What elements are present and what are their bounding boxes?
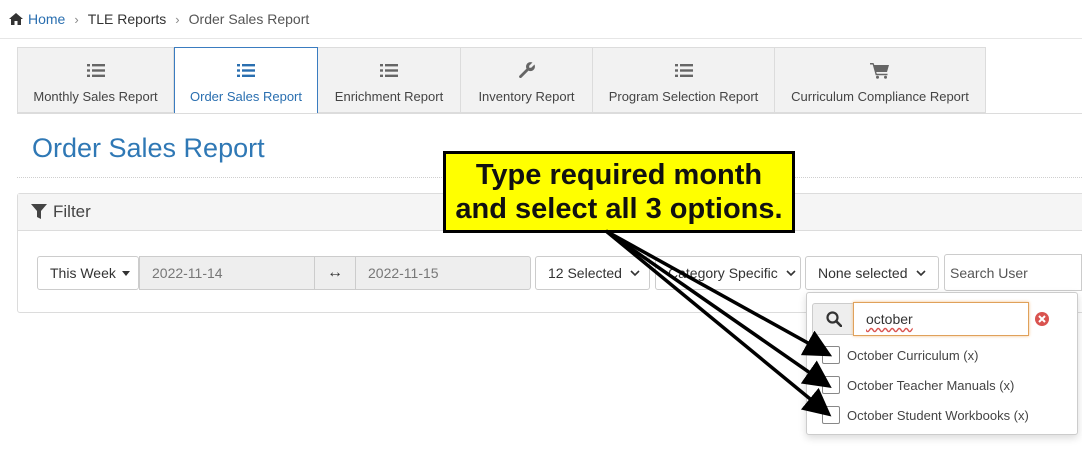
breadcrumb-separator: › xyxy=(175,11,180,27)
home-icon xyxy=(9,13,23,25)
dropdown-option[interactable]: October Teacher Manuals (x) xyxy=(822,374,1014,396)
breadcrumb-home-label: Home xyxy=(28,11,66,27)
clear-search-icon[interactable] xyxy=(1033,310,1051,328)
tab-label: Inventory Report xyxy=(478,89,575,104)
callout-line-1: Type required month xyxy=(475,159,763,191)
user-search-input[interactable]: Search User xyxy=(944,254,1082,291)
date-range-separator: ↔ xyxy=(314,256,356,290)
tab-curriculum-compliance-report[interactable]: Curriculum Compliance Report xyxy=(775,47,986,113)
dropdown-option[interactable]: October Curriculum (x) xyxy=(822,344,978,366)
checkbox[interactable] xyxy=(822,406,840,424)
filter-heading: Filter xyxy=(53,202,91,221)
category-select[interactable]: Category Specific xyxy=(655,256,801,290)
chevron-down-icon xyxy=(915,269,926,276)
tab-enrichment-report[interactable]: Enrichment Report xyxy=(318,47,461,113)
option-label: October Teacher Manuals (x) xyxy=(847,377,1015,393)
date-from-value: 2022-11-14 xyxy=(152,265,223,281)
search-addon xyxy=(812,303,856,335)
list-icon xyxy=(674,60,693,80)
range-select[interactable]: This Week xyxy=(37,256,139,290)
dropdown-search-value: october xyxy=(866,311,913,327)
tab-label: Order Sales Report xyxy=(190,89,302,104)
date-to-value: 2022-11-15 xyxy=(368,265,439,281)
checkbox[interactable] xyxy=(822,376,840,394)
cart-icon xyxy=(870,60,890,80)
breadcrumb: Home › TLE Reports › Order Sales Report xyxy=(0,0,1082,39)
search-icon xyxy=(826,311,842,327)
chevron-down-icon xyxy=(630,269,640,276)
wrench-icon xyxy=(518,60,536,80)
list-icon xyxy=(237,60,255,80)
list-icon xyxy=(380,60,398,80)
breadcrumb-separator: › xyxy=(74,11,79,27)
tab-program-selection-report[interactable]: Program Selection Report xyxy=(593,47,775,113)
tab-label: Monthly Sales Report xyxy=(33,89,158,104)
user-search-placeholder: Search User xyxy=(950,264,1028,281)
tab-inventory-report[interactable]: Inventory Report xyxy=(461,47,593,113)
breadcrumb-current: Order Sales Report xyxy=(188,11,310,27)
tab-label: Program Selection Report xyxy=(608,89,759,104)
checkbox[interactable] xyxy=(822,346,840,364)
caret-down-icon xyxy=(121,270,130,276)
callout-line-2: and select all 3 options. xyxy=(455,193,783,225)
breadcrumb-tle-reports[interactable]: TLE Reports xyxy=(88,11,167,27)
page-title: Order Sales Report xyxy=(32,133,265,163)
multi-select-1[interactable]: 12 Selected xyxy=(535,256,650,290)
arrows-horizontal-icon: ↔ xyxy=(327,264,343,281)
option-label: October Curriculum (x) xyxy=(847,347,979,363)
multiselect-dropdown-menu: october October Curriculum (x) October T… xyxy=(806,292,1078,435)
chevron-down-icon xyxy=(786,269,796,276)
category-select-value: Category Specific xyxy=(668,265,778,281)
multi-select-1-value: 12 Selected xyxy=(548,265,622,281)
dropdown-search-input[interactable]: october xyxy=(853,302,1029,336)
range-select-value: This Week xyxy=(50,265,116,281)
tab-label: Curriculum Compliance Report xyxy=(791,89,969,104)
instruction-callout: Type required month and select all 3 opt… xyxy=(443,151,795,233)
filter-icon xyxy=(31,204,47,219)
tabs-divider xyxy=(17,113,1082,114)
dropdown-option[interactable]: October Student Workbooks (x) xyxy=(822,404,1029,426)
multi-select-2[interactable]: None selected xyxy=(805,256,939,290)
report-tabs: Monthly Sales Report Order Sales Report … xyxy=(17,47,986,114)
tab-monthly-sales-report[interactable]: Monthly Sales Report xyxy=(17,47,174,113)
date-to-input[interactable]: 2022-11-15 xyxy=(355,256,531,290)
date-from-input[interactable]: 2022-11-14 xyxy=(139,256,315,290)
tab-label: Enrichment Report xyxy=(334,89,444,104)
tab-order-sales-report[interactable]: Order Sales Report xyxy=(174,47,318,114)
breadcrumb-home[interactable]: Home xyxy=(9,11,65,27)
option-label: October Student Workbooks (x) xyxy=(847,407,1029,423)
multi-select-2-value: None selected xyxy=(818,265,908,281)
list-icon xyxy=(86,60,105,80)
